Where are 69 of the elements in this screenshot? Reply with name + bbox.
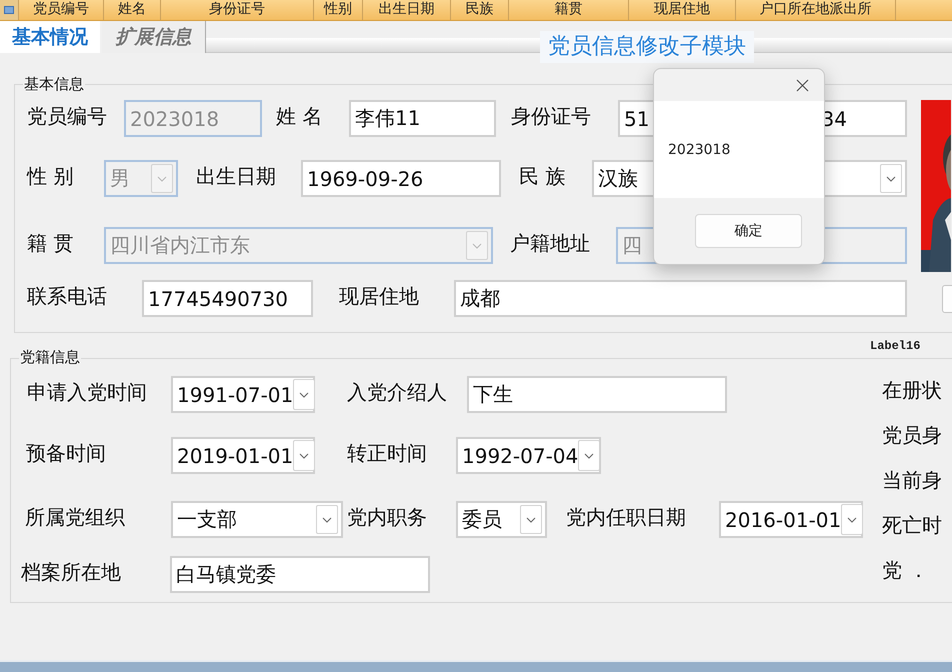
field-label: 党内任职日期 — [566, 504, 687, 530]
text-field[interactable]: 成都 — [454, 280, 907, 317]
field-label: 党员编号 — [27, 102, 108, 128]
chevron-down-icon — [526, 516, 536, 522]
column-header[interactable]: 党员编号 — [19, 0, 104, 20]
field-label: 党员身 — [882, 423, 942, 448]
column-header[interactable]: 姓名 — [104, 0, 161, 20]
dropdown-field[interactable]: 委员 — [456, 501, 547, 538]
chevron-down-icon — [886, 176, 896, 182]
column-header[interactable]: 籍贯 — [509, 0, 629, 20]
field-label: 死亡时 — [882, 513, 942, 538]
field-label: 所属党组织 — [25, 504, 126, 530]
chevron-down-icon — [472, 242, 482, 248]
field-label: 党 ． — [882, 558, 930, 583]
field-label: 预备时间 — [26, 440, 107, 466]
column-header[interactable]: 民族 — [451, 0, 509, 20]
group-title: 党籍信息 — [19, 348, 81, 366]
column-header[interactable]: 现居住地 — [629, 0, 736, 20]
dropdown-field[interactable]: 一支部 — [171, 501, 343, 538]
column-header[interactable]: 出生日期 — [363, 0, 451, 20]
field-label: 入党介绍人 — [347, 378, 448, 404]
dropdown-button[interactable] — [841, 504, 864, 535]
field-label: 民 族 — [519, 162, 566, 188]
field-label: 户籍地址 — [510, 230, 591, 256]
text-field[interactable]: 白马镇党委 — [170, 556, 430, 593]
column-header[interactable]: 身份证号 — [161, 0, 314, 20]
field-label: 籍 贯 — [27, 230, 74, 256]
column-header[interactable]: 户口所在地派出所 — [736, 0, 896, 20]
dropdown-button[interactable] — [293, 379, 316, 410]
dropdown-button[interactable] — [520, 505, 542, 534]
field-label: 档案所在地 — [21, 558, 122, 584]
date-field[interactable]: 1992-07-04 — [456, 437, 601, 474]
column-header[interactable]: 性别 — [314, 0, 363, 20]
module-title: 党员信息修改子模块 — [540, 31, 754, 63]
chevron-down-icon — [299, 392, 310, 398]
dropdown-button[interactable] — [578, 440, 600, 471]
field-label: 姓 名 — [276, 102, 324, 128]
date-field[interactable]: 2019-01-01 — [171, 437, 315, 474]
ok-button[interactable]: 确定 — [695, 214, 802, 248]
chevron-down-icon — [322, 516, 332, 522]
group-title: 基本信息 — [23, 75, 85, 93]
field-label: 身份证号 — [511, 102, 592, 128]
text-field[interactable]: 17745490730 — [142, 280, 313, 317]
field-label: 性 别 — [27, 162, 74, 188]
dialog-message: 2023018 — [668, 142, 730, 158]
field-label: 联系电话 — [27, 282, 108, 308]
field-label: 出生日期 — [196, 162, 277, 188]
field-label: 在册状 — [882, 378, 942, 403]
chevron-down-icon — [847, 516, 858, 522]
field-label: 党内职务 — [347, 504, 428, 530]
field-label: 申请入党时间 — [27, 378, 148, 404]
tab[interactable]: 基本情况 — [0, 21, 100, 53]
date-field[interactable]: 1991-07-01 — [171, 376, 315, 413]
dropdown-button[interactable] — [293, 440, 316, 471]
text-field[interactable]: 下生 — [467, 376, 727, 413]
dropdown-button[interactable] — [880, 164, 902, 193]
close-icon[interactable] — [796, 78, 809, 92]
text-field[interactable]: 李伟11 — [349, 100, 496, 137]
dropdown-button[interactable] — [316, 505, 338, 534]
date-field[interactable]: 2016-01-01 — [719, 501, 863, 538]
text-field[interactable]: 1969-09-26 — [301, 160, 501, 197]
chevron-down-icon — [299, 452, 310, 458]
chevron-down-icon — [157, 176, 167, 182]
table-icon — [4, 6, 14, 14]
placeholder-label: Label16 — [870, 338, 920, 352]
chevron-down-icon — [584, 452, 594, 458]
field-label: 当前身 — [882, 468, 942, 493]
field-label: 现居住地 — [339, 282, 420, 308]
field-label: 转正时间 — [347, 440, 428, 466]
